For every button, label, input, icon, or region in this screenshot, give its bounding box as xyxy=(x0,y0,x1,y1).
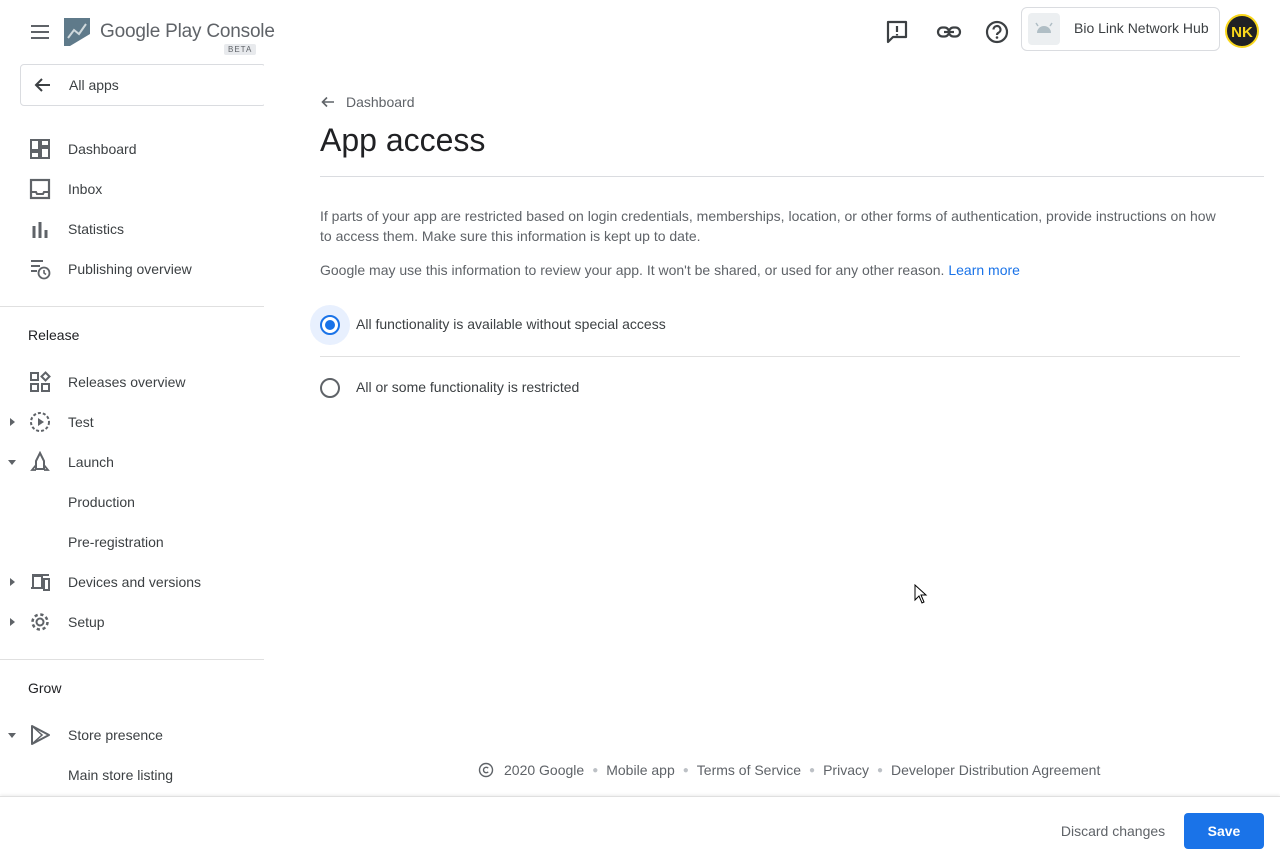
save-button[interactable]: Save xyxy=(1184,813,1264,849)
play-console-app: Google Play Console BETA Bio Link Networ… xyxy=(0,0,1280,864)
radio-label: All functionality is available without s… xyxy=(356,316,666,332)
avatar[interactable]: NK xyxy=(1225,14,1259,48)
sidebar-item-label: Dashboard xyxy=(68,141,137,157)
sidebar-item-label: Production xyxy=(68,494,135,510)
sidebar-item-label: Statistics xyxy=(68,221,125,237)
help-icon[interactable] xyxy=(983,18,1011,46)
sidebar-item-label: Publishing overview xyxy=(68,261,192,277)
action-bar: Discard changes Save xyxy=(0,796,1280,864)
sidebar-item-inbox[interactable]: Inbox xyxy=(0,169,264,209)
devices-icon xyxy=(31,574,50,591)
gear-icon xyxy=(31,613,49,631)
publishing-overview-icon xyxy=(31,260,51,280)
releases-overview-icon xyxy=(30,371,51,392)
discard-changes-button[interactable]: Discard changes xyxy=(1046,813,1180,849)
radio-option-restricted[interactable]: All or some functionality is restricted xyxy=(320,370,1240,410)
logo-text: Google Play Console xyxy=(100,21,275,42)
sidebar-nav: All apps Dashboard Inbox Statistics Publ… xyxy=(0,64,264,796)
footer-copyright: 2020 Google xyxy=(504,762,585,778)
all-apps-label: All apps xyxy=(69,77,119,93)
android-icon xyxy=(1028,13,1060,45)
sidebar-divider xyxy=(0,306,264,307)
radio-button-selected[interactable] xyxy=(320,315,340,335)
beta-badge: BETA xyxy=(224,44,257,55)
sidebar-item-pre-registration[interactable]: Pre-registration xyxy=(0,522,264,562)
sidebar-item-test[interactable]: Test xyxy=(0,402,264,442)
sidebar-item-label: Devices and versions xyxy=(68,574,202,590)
sidebar-item-label: Inbox xyxy=(68,181,103,197)
sidebar-item-label: Launch xyxy=(68,454,114,470)
sidebar-item-statistics[interactable]: Statistics xyxy=(0,209,264,249)
sidebar-item-releases-overview[interactable]: Releases overview xyxy=(0,362,264,402)
caret-right-icon xyxy=(10,578,15,586)
footer-separator: ● xyxy=(876,764,884,776)
caret-right-icon xyxy=(10,418,15,426)
footer-link-mobile-app[interactable]: Mobile app xyxy=(606,762,675,778)
arrow-back-icon xyxy=(34,78,50,92)
caret-down-icon xyxy=(8,460,16,465)
sidebar-item-label: Store presence xyxy=(68,727,163,743)
sidebar-item-setup[interactable]: Setup xyxy=(0,602,264,642)
title-divider xyxy=(320,176,1264,177)
launch-icon xyxy=(30,451,50,471)
footer-link-terms[interactable]: Terms of Service xyxy=(697,762,801,778)
play-store-icon xyxy=(31,725,50,745)
feedback-icon[interactable] xyxy=(883,18,911,46)
bar-chart-icon xyxy=(32,222,48,238)
radio-option-no-special-access[interactable]: All functionality is available without s… xyxy=(310,305,1240,347)
sidebar-item-label: Main store listing xyxy=(68,767,174,783)
breadcrumb-label: Dashboard xyxy=(346,94,415,110)
page-title: App access xyxy=(320,122,486,158)
footer-separator: ● xyxy=(809,764,816,776)
link-icon[interactable] xyxy=(935,18,963,46)
footer-link-privacy[interactable]: Privacy xyxy=(823,762,869,778)
sidebar-item-label: Test xyxy=(68,414,94,430)
footer-separator: ● xyxy=(682,764,689,776)
all-apps-button[interactable]: All apps xyxy=(20,64,264,106)
sidebar-item-devices-and-versions[interactable]: Devices and versions xyxy=(0,562,264,602)
note-text: Google may use this information to revie… xyxy=(320,262,945,278)
play-console-logo[interactable]: Google Play Console BETA xyxy=(62,14,275,58)
sidebar-item-store-presence[interactable]: Store presence xyxy=(0,715,264,755)
sidebar-item-label: Releases overview xyxy=(68,374,186,390)
sidebar-item-label: Pre-registration xyxy=(68,534,164,550)
radio-button-unselected[interactable] xyxy=(320,378,340,398)
play-console-logo-icon xyxy=(64,18,90,46)
section-title-grow: Grow xyxy=(28,680,62,696)
radio-label: All or some functionality is restricted xyxy=(356,379,580,395)
hamburger-menu-icon[interactable] xyxy=(28,20,52,44)
section-title-release: Release xyxy=(28,327,80,343)
footer-link-dda[interactable]: Developer Distribution Agreement xyxy=(891,762,1100,778)
sidebar-item-production[interactable]: Production xyxy=(0,482,264,522)
caret-right-icon xyxy=(10,618,15,626)
copyright-icon xyxy=(478,762,494,778)
sidebar-item-label: Setup xyxy=(68,614,105,630)
caret-down-icon xyxy=(8,733,16,738)
option-divider xyxy=(320,356,1240,357)
page-description: If parts of your app are restricted base… xyxy=(320,208,1216,244)
dashboard-icon xyxy=(30,139,50,159)
sidebar-item-publishing-overview[interactable]: Publishing overview xyxy=(0,249,264,289)
arrow-back-icon xyxy=(321,96,334,108)
app-selector[interactable]: Bio Link Network Hub xyxy=(1021,7,1220,51)
learn-more-link[interactable]: Learn more xyxy=(948,262,1020,278)
footer: 2020 Google ● Mobile app ● Terms of Serv… xyxy=(478,760,1100,780)
sidebar-item-main-store-listing[interactable]: Main store listing xyxy=(0,755,264,795)
test-icon xyxy=(30,412,50,432)
app-name: Bio Link Network Hub xyxy=(1074,20,1209,36)
top-header: Google Play Console BETA Bio Link Networ… xyxy=(0,0,1280,64)
footer-separator: ● xyxy=(592,764,599,776)
inbox-icon xyxy=(29,178,51,200)
sidebar-divider xyxy=(0,659,264,660)
sidebar-item-dashboard[interactable]: Dashboard xyxy=(0,129,264,169)
page-note: Google may use this information to revie… xyxy=(320,260,1230,280)
sidebar-item-launch[interactable]: Launch xyxy=(0,442,264,482)
mouse-pointer-icon xyxy=(914,584,928,604)
